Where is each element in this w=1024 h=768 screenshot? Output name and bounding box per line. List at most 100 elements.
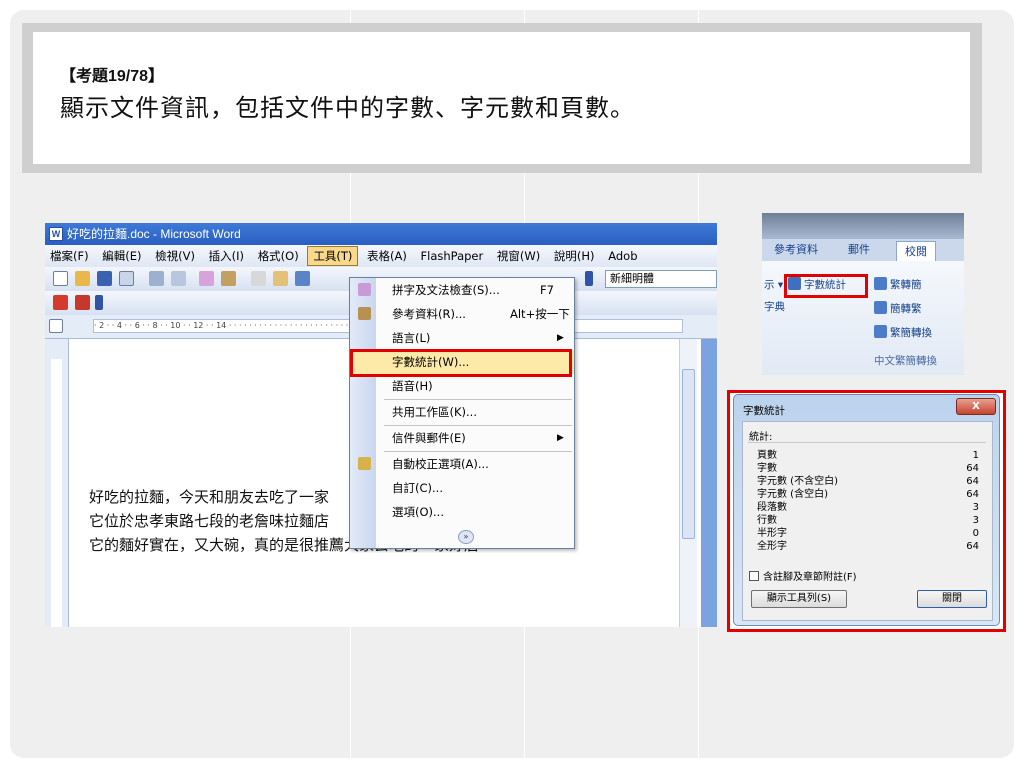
menu-item-label: 自動校正選項(A)... <box>392 457 489 471</box>
stat-value: 1 <box>972 450 979 461</box>
menu-item-shared-workspace[interactable]: 共用工作區(K)... <box>350 400 574 424</box>
spelling-icon[interactable] <box>199 271 214 286</box>
menu-file[interactable]: 檔案(F) <box>45 245 94 267</box>
word-title: 好吃的拉麵.doc - Microsoft Word <box>67 227 241 241</box>
menu-item-label: 共用工作區(K)... <box>392 405 477 419</box>
vertical-ruler[interactable] <box>45 339 69 627</box>
word-count-highlight <box>350 349 572 377</box>
paste-icon[interactable] <box>273 271 288 286</box>
tab-review[interactable]: 校閱 <box>896 241 936 261</box>
dialog-title: 字數統計 <box>743 405 785 417</box>
chinese-conversion-label: 繁簡轉換 <box>890 327 932 339</box>
menu-item-spelling[interactable]: 拼字及文法檢查(S)... F7 <box>350 278 574 302</box>
dialog-body: 統計: 頁數 1 字數 64 字元數 (不含空白) 64 字元數 (含空白) 64 段落… <box>742 421 993 621</box>
menu-item-language[interactable]: 語言(L) ▶ <box>350 326 574 350</box>
stat-value: 64 <box>966 541 979 552</box>
word-title-bar[interactable]: W 好吃的拉麵.doc - Microsoft Word <box>45 223 717 245</box>
open-folder-icon[interactable] <box>75 271 90 286</box>
menu-tools[interactable]: 工具(T) <box>307 246 359 266</box>
menu-edit[interactable]: 編輯(E) <box>97 245 146 267</box>
undo-icon[interactable] <box>295 271 310 286</box>
chevron-double-down-icon[interactable]: » <box>458 530 474 544</box>
stat-row: 字元數 (不含空白) 64 <box>757 476 979 488</box>
font-name-box[interactable]: 新細明體 <box>605 270 717 288</box>
permission-icon[interactable] <box>119 271 134 286</box>
menu-window[interactable]: 視窗(W) <box>492 245 545 267</box>
show-toolbar-button[interactable]: 顯示工具列(S) <box>751 590 847 608</box>
document-line[interactable]: 好吃的拉麵，今天和朋友去吃了一家 <box>89 486 329 507</box>
menu-item-label: 參考資料(R)... <box>392 307 466 321</box>
ribbon-fragment: 字典 <box>764 301 785 313</box>
menu-item-label: 自訂(C)... <box>392 481 443 495</box>
menu-item-autocorrect[interactable]: 自動校正選項(A)... <box>350 452 574 476</box>
menu-item-options[interactable]: 選項(O)... <box>350 500 574 524</box>
tab-references[interactable]: 參考資料 <box>774 239 818 261</box>
toolbar-options-icon[interactable] <box>95 295 103 310</box>
tab-mailings[interactable]: 郵件 <box>848 239 870 261</box>
stat-row: 頁數 1 <box>757 450 979 462</box>
print-preview-icon[interactable] <box>171 271 186 286</box>
print-icon[interactable] <box>149 271 164 286</box>
save-icon[interactable] <box>97 271 112 286</box>
pdf-mail-icon[interactable] <box>75 295 90 310</box>
include-footnotes-checkbox[interactable]: 含註腳及章節附註(F) <box>749 568 857 583</box>
close-icon[interactable]: X <box>956 398 996 415</box>
simp-to-trad-button[interactable]: 簡轉繁 <box>874 301 922 316</box>
submenu-arrow-icon: ▶ <box>557 333 564 343</box>
checkbox-icon[interactable] <box>749 571 759 581</box>
stat-row: 行數 3 <box>757 515 979 527</box>
stats-divider <box>748 442 986 443</box>
menu-table[interactable]: 表格(A) <box>362 245 412 267</box>
autocorrect-icon <box>358 457 371 470</box>
menu-view[interactable]: 檢視(V) <box>150 245 200 267</box>
menu-item-customize[interactable]: 自訂(C)... <box>350 476 574 500</box>
stat-row: 段落數 3 <box>757 502 979 514</box>
trad-to-simp-button[interactable]: 繁轉簡 <box>874 277 922 292</box>
menu-format[interactable]: 格式(O) <box>253 245 304 267</box>
ribbon-fragment: 示 ▾ <box>764 279 784 291</box>
stat-value: 64 <box>966 489 979 500</box>
menu-item-letters-mailings[interactable]: 信件與郵件(E) ▶ <box>350 426 574 450</box>
menu-item-research[interactable]: 參考資料(R)... Alt+按一下 <box>350 302 574 326</box>
research-icon <box>358 307 371 320</box>
question-text: 顯示文件資訊，包括文件中的字數、字元數和頁數。 <box>60 94 635 122</box>
convert-icon <box>874 277 887 290</box>
stat-value: 3 <box>972 515 979 526</box>
menu-item-shortcut: F7 <box>540 283 554 297</box>
tab-stop-icon[interactable] <box>49 319 63 333</box>
new-document-icon[interactable] <box>53 271 68 286</box>
trad-to-simp-label: 繁轉簡 <box>890 279 922 291</box>
menu-item-label: 語言(L) <box>392 331 431 345</box>
stat-value: 3 <box>972 502 979 513</box>
cut-icon[interactable] <box>251 271 266 286</box>
menu-item-label: 拼字及文法檢查(S)... <box>392 283 500 297</box>
chinese-conversion-button[interactable]: 繁簡轉換 <box>874 325 932 340</box>
stat-label: 字元數 (含空白) <box>757 489 828 500</box>
menu-item-label: 選項(O)... <box>392 505 444 519</box>
menu-adobe[interactable]: Adob <box>603 245 642 267</box>
submenu-arrow-icon: ▶ <box>557 433 564 443</box>
menu-insert[interactable]: 插入(I) <box>204 245 249 267</box>
close-button[interactable]: 關閉 <box>917 590 987 608</box>
ribbon-title-strip <box>762 213 964 239</box>
toolbar-options-icon[interactable] <box>585 271 593 286</box>
research-icon[interactable] <box>221 271 236 286</box>
stat-label: 字元數 (不含空白) <box>757 476 838 487</box>
pdf-convert-icon[interactable] <box>53 295 68 310</box>
task-pane-edge <box>701 339 717 627</box>
stat-label: 段落數 <box>757 502 787 513</box>
menu-item-speech[interactable]: 語音(H) <box>350 374 574 398</box>
word-doc-icon: W <box>49 227 63 241</box>
convert-icon <box>874 325 887 338</box>
stat-value: 64 <box>966 463 979 474</box>
stat-row: 字元數 (含空白) 64 <box>757 489 979 501</box>
document-line[interactable]: 它位於忠孝東路七段的老詹味拉麵店 <box>89 510 329 531</box>
scrollbar-thumb[interactable] <box>682 369 695 539</box>
ribbon-tabs: 參考資料 郵件 校閱 <box>762 239 964 261</box>
menu-item-shortcut: Alt+按一下 <box>510 307 570 321</box>
menu-flashpaper[interactable]: FlashPaper <box>416 245 489 267</box>
spelling-icon <box>358 283 371 296</box>
menu-help[interactable]: 說明(H) <box>549 245 600 267</box>
vertical-scrollbar[interactable] <box>679 339 697 627</box>
tools-menu: 拼字及文法檢查(S)... F7 參考資料(R)... Alt+按一下 語言(L… <box>349 277 575 549</box>
